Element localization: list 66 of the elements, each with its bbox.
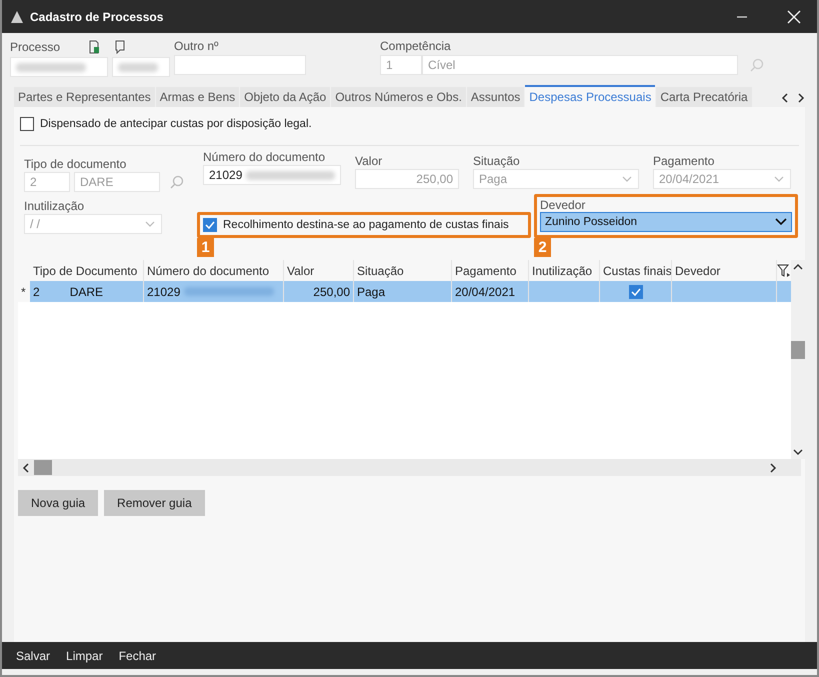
annotation-badge: 2 xyxy=(534,238,551,257)
search-icon xyxy=(750,58,764,72)
input-field[interactable] xyxy=(112,57,170,77)
tab[interactable]: Assuntos xyxy=(466,87,524,107)
annotation-badge: 1 xyxy=(197,238,214,257)
row-marker: * xyxy=(18,281,30,302)
footer-button[interactable]: Limpar xyxy=(66,648,103,662)
scrollbar[interactable] xyxy=(791,260,805,459)
field-value: / / xyxy=(30,217,40,231)
tab[interactable]: Armas e Bens xyxy=(156,87,240,107)
app-logo-icon xyxy=(10,10,24,24)
field-label: Outro nº xyxy=(174,39,220,53)
tab[interactable]: Carta Precatória xyxy=(656,87,752,107)
table-cell: Paga xyxy=(354,281,452,302)
field-label: Pagamento xyxy=(653,154,716,168)
button[interactable]: Nova guia xyxy=(18,490,98,516)
chevron-up-icon xyxy=(793,263,803,271)
table-cell: 21029 xyxy=(147,284,180,298)
field-value: 20/04/2021 xyxy=(659,172,720,186)
button[interactable]: Remover guia xyxy=(104,490,205,516)
close-icon xyxy=(787,10,801,24)
field-value: 21029 xyxy=(209,168,242,182)
filter-icon xyxy=(777,264,791,278)
scrollbar[interactable] xyxy=(18,459,801,476)
field-label: Inutilização xyxy=(24,199,86,213)
footer-button[interactable]: Salvar xyxy=(16,648,50,662)
checkbox-label: Dispensado de antecipar custas por disposição legal. xyxy=(40,118,312,130)
tab[interactable]: Objeto da Ação xyxy=(240,87,330,107)
table-cell: 20/04/2021 xyxy=(452,281,529,302)
field-label: Competência xyxy=(380,39,452,53)
field-value: Paga xyxy=(479,172,508,186)
field-label: Devedor xyxy=(540,198,586,212)
tab[interactable]: Outros Números e Obs. xyxy=(331,87,466,107)
field-label: Tipo de documento xyxy=(24,157,128,171)
field-label: Processo xyxy=(10,40,60,54)
input-field[interactable]: 21029 xyxy=(203,165,341,185)
chevron-right-icon xyxy=(769,462,777,472)
chevron-right-icon xyxy=(797,93,805,103)
scrollbar-thumb[interactable] xyxy=(791,341,805,359)
checkbox[interactable] xyxy=(20,117,34,131)
field-label: Número do documento xyxy=(203,150,326,164)
field-value: Zunino Posseidon xyxy=(545,216,638,228)
checkbox[interactable] xyxy=(203,218,217,232)
checkbox-label: Recolhimento destina-se ao pagamento de custas finais xyxy=(223,219,509,231)
input-field[interactable] xyxy=(10,57,108,77)
chevron-down-icon xyxy=(793,448,803,456)
field-label: Situação xyxy=(473,154,521,168)
table-row[interactable]: * 2 DARE 21029 250,00 Paga 20/04/2021 xyxy=(18,281,791,302)
scrollbar-thumb[interactable] xyxy=(34,460,52,475)
chevron-left-icon xyxy=(781,93,789,103)
field-label: Valor xyxy=(355,154,384,168)
dropdown[interactable]: Zunino Posseidon xyxy=(540,212,792,232)
search-icon xyxy=(170,175,184,189)
document-icon xyxy=(88,40,100,54)
tab[interactable]: Despesas Processuais xyxy=(525,85,656,107)
chevron-left-icon xyxy=(22,462,30,472)
checkbox[interactable] xyxy=(628,284,642,298)
table-cell: 250,00 xyxy=(284,281,354,302)
window-title: Cadastro de Processos xyxy=(30,10,164,24)
table-cell: 2 xyxy=(33,284,40,298)
tab[interactable]: Partes e Representantes xyxy=(14,87,155,107)
note-icon xyxy=(114,40,126,54)
input-field[interactable] xyxy=(174,55,306,75)
footer-button[interactable]: Fechar xyxy=(118,648,156,662)
chevron-down-icon xyxy=(775,216,787,228)
table-cell: DARE xyxy=(70,284,104,298)
